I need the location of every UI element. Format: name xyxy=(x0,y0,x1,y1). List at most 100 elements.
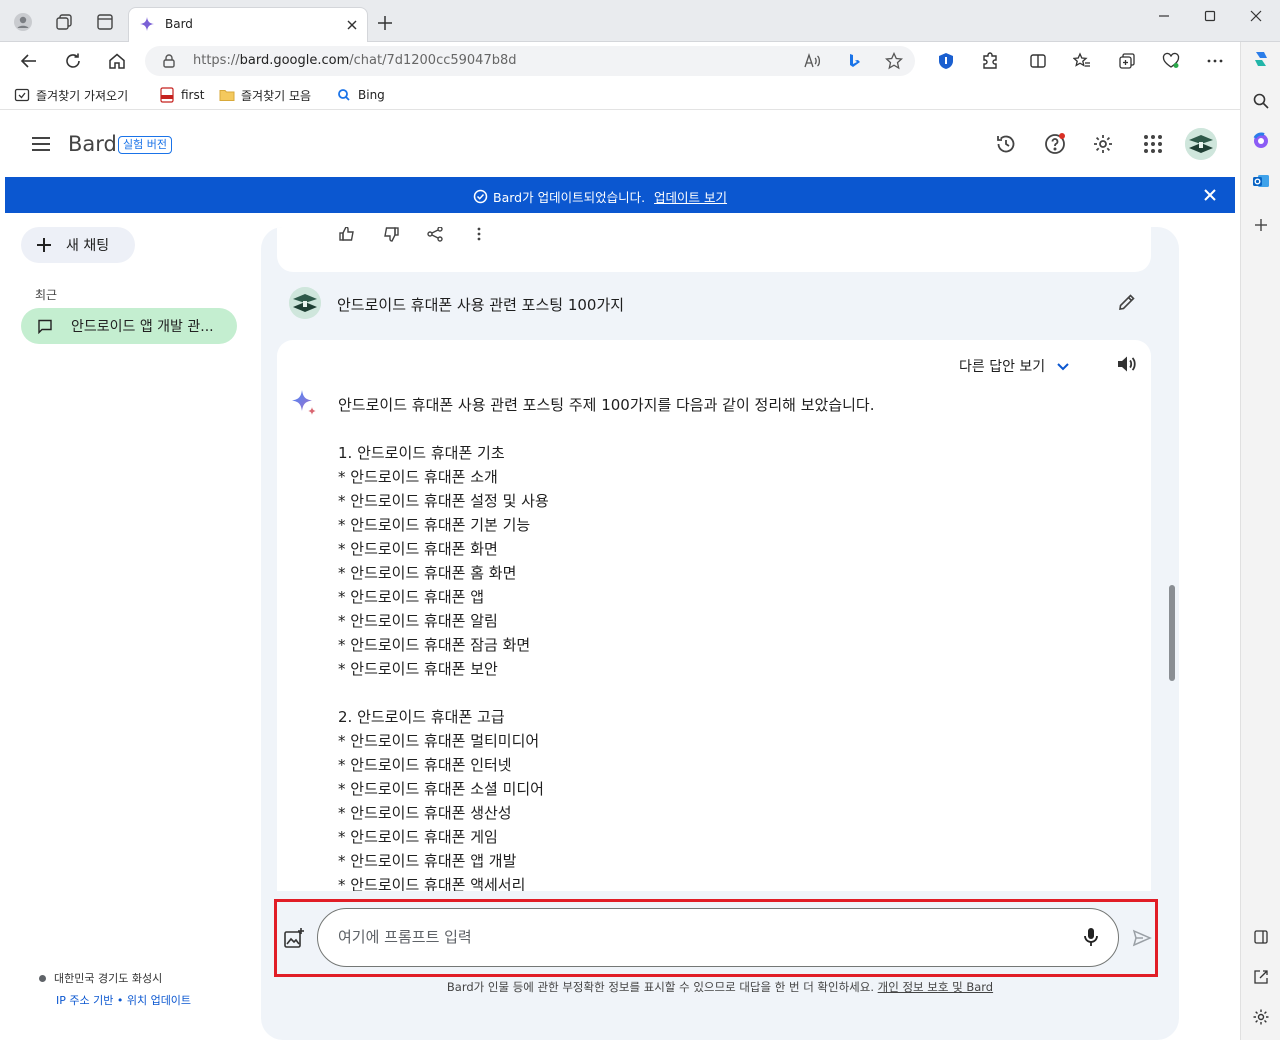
bard-sidebar: 새 채팅 최근 안드로이드 앱 개발 관... 대한민국 경기도 화성시 IP … xyxy=(5,213,255,1040)
back-icon[interactable] xyxy=(20,52,38,70)
profile-icon[interactable] xyxy=(14,13,32,31)
user-prompt-row: 안드로이드 휴대폰 사용 관련 포스팅 100가지 xyxy=(277,287,1151,327)
response-body: 안드로이드 휴대폰 사용 관련 포스팅 주제 100가지를 다음과 같이 정리해… xyxy=(338,393,1118,891)
list-item: * 안드로이드 휴대폰 앱 xyxy=(338,588,485,606)
collections-icon[interactable] xyxy=(1118,52,1136,70)
history-icon[interactable] xyxy=(995,133,1017,155)
address-bar-row: https://bard.google.com/chat/7d1200cc590… xyxy=(0,42,1240,80)
url-bar[interactable]: https://bard.google.com/chat/7d1200cc590… xyxy=(145,46,915,76)
extensions-icon[interactable] xyxy=(981,52,999,70)
m365-icon[interactable] xyxy=(1252,132,1270,150)
help-icon[interactable] xyxy=(1044,133,1066,155)
privacy-link[interactable]: 개인 정보 보호 및 Bard xyxy=(878,980,993,994)
more-menu-icon[interactable] xyxy=(1206,52,1224,70)
performance-heart-icon[interactable] xyxy=(1162,52,1180,70)
refresh-icon[interactable] xyxy=(64,52,82,70)
prompt-field[interactable] xyxy=(317,908,1119,967)
read-aloud-icon[interactable] xyxy=(803,52,821,70)
chat-scroll-area[interactable]: 안드로이드 휴대폰 사용 관련 포스팅 100가지 다른 답안 보기 안드로이드… xyxy=(261,227,1179,891)
location-links[interactable]: IP 주소 기반 • 위치 업데이트 xyxy=(56,992,191,1008)
recent-chat-label: 안드로이드 앱 개발 관... xyxy=(71,319,214,335)
chat-panel: 안드로이드 휴대폰 사용 관련 포스팅 100가지 다른 답안 보기 안드로이드… xyxy=(261,227,1179,1040)
app-brand[interactable]: Bard xyxy=(68,132,117,156)
list-item: * 안드로이드 휴대폰 액세서리 xyxy=(338,876,526,891)
apps-grid-icon[interactable] xyxy=(1142,133,1164,155)
edit-pencil-icon[interactable] xyxy=(1117,292,1137,312)
favorite-label: 즐겨찾기 가져오기 xyxy=(36,88,129,103)
new-chat-label: 새 채팅 xyxy=(66,238,110,254)
import-icon xyxy=(14,87,30,103)
open-external-icon[interactable] xyxy=(1252,968,1270,986)
tab-title: Bard xyxy=(165,17,193,31)
home-icon[interactable] xyxy=(108,52,126,70)
recent-chat-item[interactable]: 안드로이드 앱 개발 관... xyxy=(21,308,237,344)
add-sidebar-app-icon[interactable] xyxy=(1252,216,1270,234)
chat-bubble-icon xyxy=(37,318,53,334)
favorite-star-icon[interactable] xyxy=(884,51,904,70)
hide-sidebar-icon[interactable] xyxy=(1252,928,1270,946)
lock-icon[interactable] xyxy=(161,53,177,69)
prompt-input[interactable] xyxy=(338,926,1068,948)
split-screen-icon[interactable] xyxy=(1029,52,1047,70)
update-banner: Bard가 업데이트되었습니다. 업데이트 보기 xyxy=(5,177,1235,213)
hamburger-menu-icon[interactable] xyxy=(31,135,51,153)
list-item: * 안드로이드 휴대폰 기본 기능 xyxy=(338,516,531,534)
banner-close-icon[interactable] xyxy=(1203,188,1217,202)
list-item: * 안드로이드 휴대폰 앱 개발 xyxy=(338,852,517,870)
experiment-badge: 실험 버전 xyxy=(118,136,172,154)
bing-icon[interactable] xyxy=(845,52,863,70)
thumbs-down-icon[interactable] xyxy=(382,227,400,243)
edge-sidebar xyxy=(1240,42,1280,1040)
response-intro: 안드로이드 휴대폰 사용 관련 포스팅 주제 100가지를 다음과 같이 정리해… xyxy=(338,396,875,414)
favorite-first[interactable]: first xyxy=(159,86,204,104)
favorite-folder[interactable]: 즐겨찾기 모음 xyxy=(219,86,311,104)
send-icon[interactable] xyxy=(1132,928,1152,948)
settings-gear-icon[interactable] xyxy=(1092,133,1114,155)
image-upload-icon[interactable] xyxy=(283,927,305,949)
new-chat-button[interactable]: 새 채팅 xyxy=(21,227,135,263)
speaker-icon[interactable] xyxy=(1115,353,1137,375)
search-icon[interactable] xyxy=(1252,92,1270,110)
window-close-icon[interactable] xyxy=(1249,8,1263,22)
thumbs-up-icon[interactable] xyxy=(338,227,356,243)
tab-close-icon[interactable] xyxy=(345,17,359,31)
tab-actions-icon[interactable] xyxy=(96,13,114,31)
shield-extension-icon[interactable] xyxy=(937,52,955,70)
new-tab-icon[interactable] xyxy=(376,14,394,32)
favorites-bar: 즐겨찾기 가져오기 first 즐겨찾기 모음 Bing xyxy=(0,80,1240,110)
location-label: 대한민국 경기도 화성시 xyxy=(54,972,163,985)
more-options-icon[interactable] xyxy=(470,227,488,243)
app-header: Bard 실험 버전 xyxy=(5,111,1235,177)
share-icon[interactable] xyxy=(426,227,444,243)
other-answers-label: 다른 답안 보기 xyxy=(959,359,1046,375)
url-text: https://bard.google.com/chat/7d1200cc590… xyxy=(193,53,517,68)
other-answers-button[interactable]: 다른 답안 보기 xyxy=(959,356,1071,376)
maximize-icon[interactable] xyxy=(1203,8,1217,22)
list-item: * 안드로이드 휴대폰 알림 xyxy=(338,612,498,630)
minimize-icon[interactable] xyxy=(1157,8,1171,22)
user-prompt-text: 안드로이드 휴대폰 사용 관련 포스팅 100가지 xyxy=(337,296,625,314)
outlook-icon[interactable] xyxy=(1252,172,1270,190)
banner-update-link[interactable]: 업데이트 보기 xyxy=(654,187,727,206)
account-avatar[interactable] xyxy=(1185,128,1217,160)
location-dot xyxy=(39,974,46,982)
previous-response-card xyxy=(277,227,1151,272)
sidebar-settings-icon[interactable] xyxy=(1252,1008,1270,1026)
prompt-input-area xyxy=(274,899,1158,977)
disclaimer-text: Bard가 인물 등에 관한 부정확한 정보를 표시할 수 있으므로 대답을 한… xyxy=(446,980,878,994)
copilot-icon[interactable] xyxy=(1252,50,1270,68)
favorite-import[interactable]: 즐겨찾기 가져오기 xyxy=(14,86,128,104)
favorite-label: Bing xyxy=(358,88,385,102)
favorites-icon[interactable] xyxy=(1072,52,1091,70)
list-item: * 안드로이드 휴대폰 보안 xyxy=(338,660,498,678)
tab-bard[interactable]: Bard xyxy=(128,7,368,42)
list-item: * 안드로이드 휴대폰 소개 xyxy=(338,468,498,486)
chevron-down-icon xyxy=(1055,358,1071,374)
response-card: 다른 답안 보기 안드로이드 휴대폰 사용 관련 포스팅 주제 100가지를 다… xyxy=(277,340,1151,891)
favorite-bing[interactable]: Bing xyxy=(336,86,385,104)
banner-text: Bard가 업데이트되었습니다. xyxy=(493,190,646,205)
scrollbar-thumb[interactable] xyxy=(1169,585,1175,681)
bard-sparkle-icon xyxy=(290,388,320,418)
workspaces-icon[interactable] xyxy=(55,13,73,31)
microphone-icon[interactable] xyxy=(1080,926,1102,948)
